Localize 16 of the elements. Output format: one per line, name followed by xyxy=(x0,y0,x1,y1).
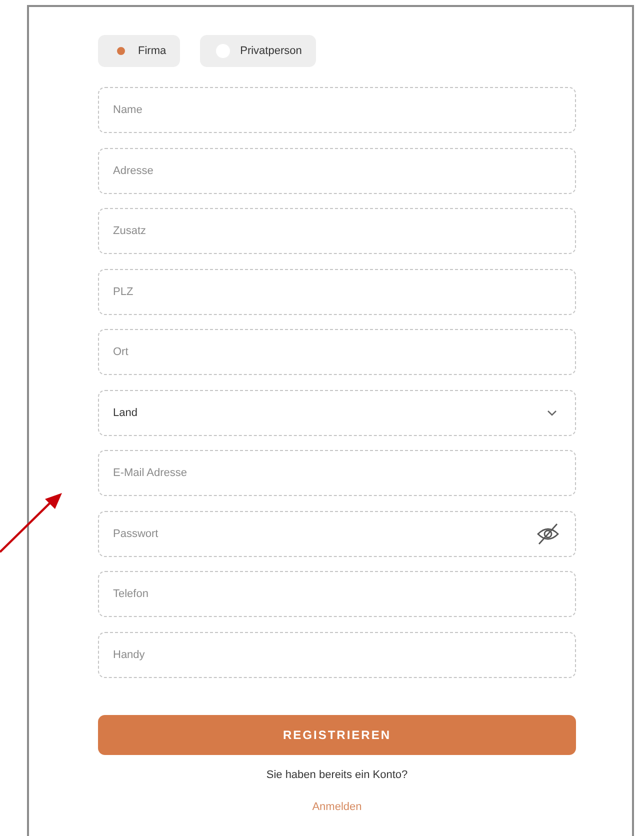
eye-off-icon[interactable] xyxy=(536,522,560,544)
password-field[interactable]: Passwort xyxy=(98,510,576,556)
radio-option[interactable]: Firma xyxy=(98,35,180,67)
input-field[interactable]: Name xyxy=(98,87,576,133)
input-field[interactable]: E-Mail Adresse xyxy=(98,450,576,496)
input-field[interactable]: Adresse xyxy=(98,148,576,194)
input-field[interactable]: Zusatz xyxy=(98,208,576,254)
login-prompt: Sie haben bereits ein Konto? xyxy=(266,768,408,780)
country-select[interactable]: Land xyxy=(98,390,576,436)
input-field[interactable]: Handy xyxy=(98,632,576,678)
input-field[interactable]: Ort xyxy=(98,329,576,375)
input-field[interactable]: PLZ xyxy=(98,268,576,314)
annotation-arrow xyxy=(0,493,62,553)
input-field[interactable]: Telefon xyxy=(98,571,576,617)
chevron-down-icon xyxy=(547,410,557,416)
radio-option[interactable]: Privatperson xyxy=(200,35,316,67)
